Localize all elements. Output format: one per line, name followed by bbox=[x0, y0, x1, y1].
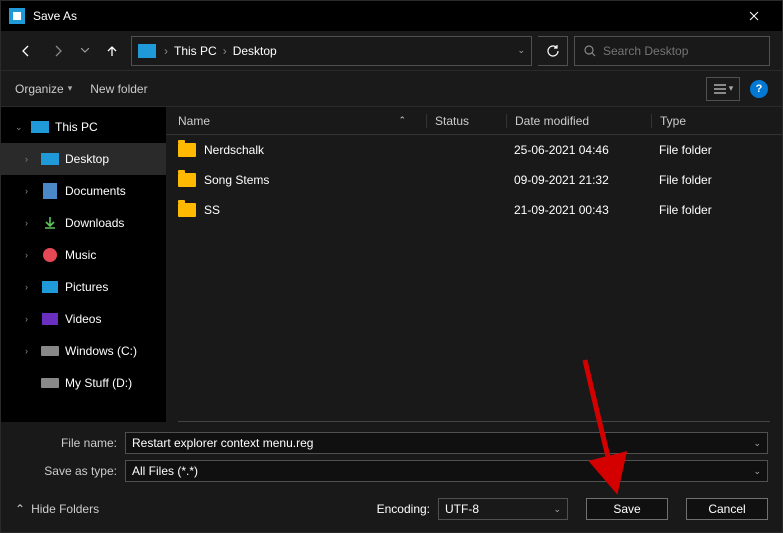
sidebar-item-desktop[interactable]: › Desktop bbox=[1, 143, 166, 175]
save-as-dialog: Save As › This PC › Desktop ⌄ bbox=[0, 0, 783, 533]
chevron-right-icon[interactable]: › bbox=[25, 282, 35, 292]
column-header-name[interactable]: Name ⌃ bbox=[178, 114, 426, 128]
chevron-down-icon[interactable]: ⌄ bbox=[517, 45, 525, 56]
sidebar: ⌄ This PC › Desktop › Documents › Downlo… bbox=[1, 107, 166, 422]
file-row[interactable]: Song Stems 09-09-2021 21:32 File folder bbox=[166, 165, 782, 195]
file-name-input[interactable] bbox=[132, 436, 753, 450]
close-button[interactable] bbox=[734, 1, 774, 31]
chevron-right-icon[interactable]: › bbox=[25, 218, 35, 228]
chevron-down-icon[interactable]: ⌄ bbox=[753, 438, 761, 449]
documents-icon bbox=[41, 183, 59, 199]
breadcrumb-root[interactable]: This PC bbox=[172, 42, 219, 60]
search-input[interactable] bbox=[603, 44, 761, 58]
sidebar-item-music[interactable]: › Music bbox=[1, 239, 166, 271]
file-name-label: File name: bbox=[15, 436, 125, 450]
sort-indicator-icon: ⌃ bbox=[398, 115, 406, 126]
chevron-down-icon[interactable]: ⌄ bbox=[15, 122, 25, 133]
file-list-panel: Name ⌃ Status Date modified Type Nerdsch… bbox=[166, 107, 782, 422]
history-dropdown[interactable] bbox=[77, 38, 93, 64]
new-folder-button[interactable]: New folder bbox=[90, 82, 147, 96]
column-header-date[interactable]: Date modified bbox=[506, 114, 651, 128]
hide-folders-button[interactable]: ⌃ Hide Folders bbox=[15, 502, 99, 516]
toolbar: Organize ▾ New folder ▾ ? bbox=[1, 71, 782, 107]
view-options-button[interactable]: ▾ bbox=[706, 77, 740, 101]
column-header-status[interactable]: Status bbox=[426, 114, 506, 128]
window-title: Save As bbox=[33, 9, 734, 23]
refresh-button[interactable] bbox=[538, 36, 568, 66]
drive-icon bbox=[41, 343, 59, 359]
back-button[interactable] bbox=[13, 38, 39, 64]
nav-bar: › This PC › Desktop ⌄ bbox=[1, 31, 782, 71]
chevron-right-icon[interactable]: › bbox=[25, 346, 35, 356]
file-name-field[interactable]: ⌄ bbox=[125, 432, 768, 454]
column-header-type[interactable]: Type bbox=[651, 114, 782, 128]
up-button[interactable] bbox=[99, 38, 125, 64]
chevron-right-icon[interactable]: › bbox=[25, 250, 35, 260]
file-list: Nerdschalk 25-06-2021 04:46 File folder … bbox=[166, 135, 782, 421]
chevron-right-icon[interactable]: › bbox=[25, 186, 35, 196]
breadcrumb-current[interactable]: Desktop bbox=[231, 42, 279, 60]
chevron-down-icon: ⌄ bbox=[753, 466, 761, 477]
pictures-icon bbox=[41, 279, 59, 295]
chevron-up-icon: ⌃ bbox=[15, 502, 25, 516]
chevron-right-icon[interactable]: › bbox=[25, 154, 35, 164]
forward-button[interactable] bbox=[45, 38, 71, 64]
chevron-right-icon: › bbox=[223, 44, 227, 58]
music-icon bbox=[41, 247, 59, 263]
folder-icon bbox=[178, 203, 196, 217]
app-icon bbox=[9, 8, 25, 24]
save-type-label: Save as type: bbox=[15, 464, 125, 478]
chevron-down-icon: ▾ bbox=[729, 83, 734, 94]
list-icon bbox=[713, 83, 727, 95]
folder-icon bbox=[178, 143, 196, 157]
file-row[interactable]: SS 21-09-2021 00:43 File folder bbox=[166, 195, 782, 225]
pc-icon bbox=[31, 119, 49, 135]
desktop-icon bbox=[41, 151, 59, 167]
save-type-select[interactable]: All Files (*.*) ⌄ bbox=[125, 460, 768, 482]
address-bar[interactable]: › This PC › Desktop ⌄ bbox=[131, 36, 532, 66]
sidebar-item-this-pc[interactable]: ⌄ This PC bbox=[1, 111, 166, 143]
sidebar-item-drive-d[interactable]: My Stuff (D:) bbox=[1, 367, 166, 399]
sidebar-item-videos[interactable]: › Videos bbox=[1, 303, 166, 335]
body-area: ⌄ This PC › Desktop › Documents › Downlo… bbox=[1, 107, 782, 422]
chevron-right-icon: › bbox=[164, 44, 168, 58]
encoding-label: Encoding: bbox=[377, 502, 430, 516]
sidebar-item-downloads[interactable]: › Downloads bbox=[1, 207, 166, 239]
help-button[interactable]: ? bbox=[750, 80, 768, 98]
chevron-down-icon: ▾ bbox=[68, 83, 73, 94]
file-row[interactable]: Nerdschalk 25-06-2021 04:46 File folder bbox=[166, 135, 782, 165]
sidebar-item-pictures[interactable]: › Pictures bbox=[1, 271, 166, 303]
search-box[interactable] bbox=[574, 36, 770, 66]
organize-menu[interactable]: Organize ▾ bbox=[15, 82, 72, 96]
column-headers: Name ⌃ Status Date modified Type bbox=[166, 107, 782, 135]
cancel-button[interactable]: Cancel bbox=[686, 498, 768, 520]
folder-icon bbox=[178, 173, 196, 187]
save-button[interactable]: Save bbox=[586, 498, 668, 520]
bottom-panel: File name: ⌄ Save as type: All Files (*.… bbox=[1, 422, 782, 532]
sidebar-item-documents[interactable]: › Documents bbox=[1, 175, 166, 207]
titlebar: Save As bbox=[1, 1, 782, 31]
chevron-down-icon: ⌄ bbox=[553, 504, 561, 515]
encoding-select[interactable]: UTF-8 ⌄ bbox=[438, 498, 568, 520]
sidebar-item-drive-c[interactable]: › Windows (C:) bbox=[1, 335, 166, 367]
downloads-icon bbox=[41, 215, 59, 231]
chevron-right-icon[interactable]: › bbox=[25, 314, 35, 324]
search-icon bbox=[583, 44, 597, 58]
pc-icon bbox=[138, 44, 156, 58]
videos-icon bbox=[41, 311, 59, 327]
drive-icon bbox=[41, 375, 59, 391]
